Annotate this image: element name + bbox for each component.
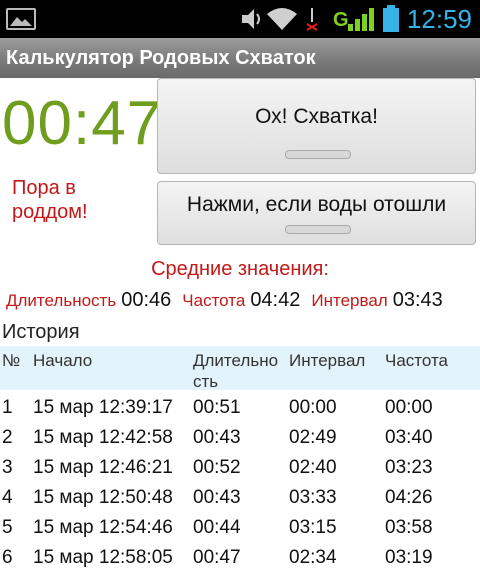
water-broke-button-label: Нажми, если воды отошли	[186, 193, 447, 216]
gallery-icon	[6, 8, 36, 30]
table-row: 6 15 мар 12:58:05 00:47 02:34 03:19	[0, 543, 480, 573]
averages-title: Средние значения:	[151, 258, 329, 280]
row-duration: 00:51	[193, 397, 241, 418]
table-row: 4 15 мар 12:50:48 00:43 03:33 04:26	[0, 483, 480, 513]
row-frequency: 03:58	[385, 517, 433, 538]
row-interval: 02:49	[289, 427, 337, 448]
column-header-start: Начало	[33, 351, 93, 370]
row-frequency: 03:23	[385, 457, 433, 478]
hospital-hint: Пора в роддом!	[12, 177, 88, 223]
row-number: 3	[2, 457, 13, 478]
column-header-interval: Интервал	[289, 351, 366, 370]
table-row: 1 15 мар 12:39:17 00:51 00:00 00:00	[0, 393, 480, 423]
row-duration: 00:43	[193, 487, 241, 508]
history-title: История	[2, 321, 80, 343]
contraction-button[interactable]: Ох! Схватка!	[157, 78, 476, 174]
row-interval: 02:34	[289, 547, 337, 568]
row-start: 15 мар 12:42:58	[33, 427, 173, 448]
volume-icon	[242, 9, 260, 29]
row-number: 1	[2, 397, 13, 418]
column-header-number: №	[2, 351, 21, 370]
status-bar: G 12:59	[0, 0, 480, 38]
data-off-icon	[306, 8, 318, 31]
row-start: 15 мар 12:54:46	[33, 517, 173, 538]
row-number: 6	[2, 547, 13, 568]
table-row: 3 15 мар 12:46:21 00:52 02:40 03:23	[0, 453, 480, 483]
row-start: 15 мар 12:46:21	[33, 457, 173, 478]
button-indicator	[284, 225, 351, 234]
signal-icon	[348, 8, 374, 31]
column-header-frequency: Частота	[385, 351, 449, 370]
averages-row: Длительность 00:46 Частота 04:42 Интерва…	[6, 289, 449, 312]
water-broke-button[interactable]: Нажми, если воды отошли	[157, 181, 476, 245]
row-frequency: 00:00	[385, 397, 433, 418]
row-interval: 03:15	[289, 517, 337, 538]
contraction-button-label: Ох! Схватка!	[255, 105, 378, 128]
history-table-header: № Начало Длительно сть Интервал Частота	[0, 346, 480, 391]
button-indicator	[284, 150, 351, 159]
row-interval: 00:00	[289, 397, 337, 418]
wifi-icon	[267, 8, 297, 30]
row-number: 5	[2, 517, 13, 538]
app-title: Калькулятор Родовых Схваток	[0, 38, 480, 78]
avg-duration-value: 00:46	[121, 289, 172, 311]
row-frequency: 03:19	[385, 547, 433, 568]
row-duration: 00:43	[193, 427, 241, 448]
row-start: 15 мар 12:58:05	[33, 547, 173, 568]
row-frequency: 03:40	[385, 427, 433, 448]
battery-icon	[383, 5, 399, 32]
row-duration: 00:52	[193, 457, 241, 478]
avg-frequency-value: 04:42	[250, 289, 301, 311]
row-start: 15 мар 12:50:48	[33, 487, 173, 508]
contraction-timer: 00:47	[2, 89, 163, 158]
table-row: 2 15 мар 12:42:58 00:43 02:49 03:40	[0, 423, 480, 453]
avg-interval-value: 03:43	[392, 289, 443, 311]
row-duration: 00:47	[193, 547, 241, 568]
row-start: 15 мар 12:39:17	[33, 397, 173, 418]
row-interval: 03:33	[289, 487, 337, 508]
avg-frequency-label: Частота	[182, 291, 246, 310]
row-number: 2	[2, 427, 13, 448]
table-row: 5 15 мар 12:54:46 00:44 03:15 03:58	[0, 513, 480, 543]
row-number: 4	[2, 487, 13, 508]
clock: 12:59	[406, 4, 472, 34]
row-frequency: 04:26	[385, 487, 433, 508]
row-interval: 02:40	[289, 457, 337, 478]
avg-duration-label: Длительность	[6, 291, 117, 310]
avg-interval-label: Интервал	[311, 291, 388, 310]
column-header-duration: Длительно сть	[193, 351, 279, 391]
row-duration: 00:44	[193, 517, 241, 538]
